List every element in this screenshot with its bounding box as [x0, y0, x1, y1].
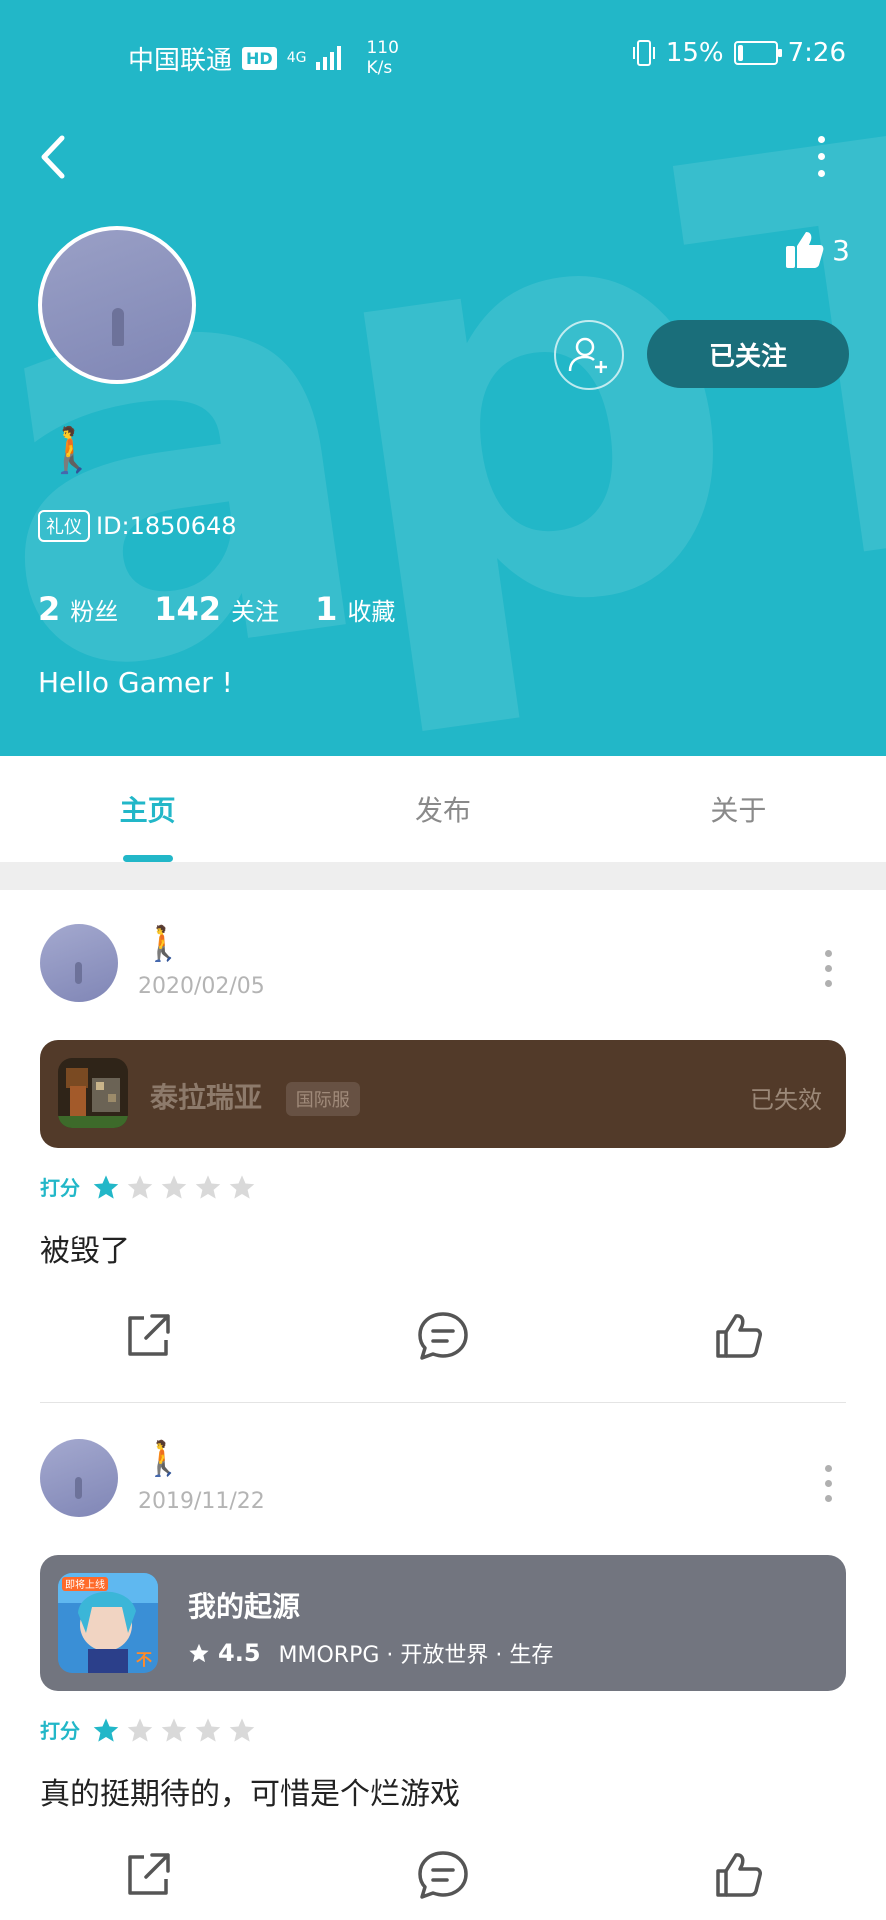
game-icon: 即将上线 不: [58, 1573, 158, 1673]
star-empty-icon: [161, 1717, 187, 1742]
post-author-avatar[interactable]: [40, 1439, 118, 1517]
user-bio: Hello Gamer !: [38, 666, 233, 699]
speed-unit: K/s: [366, 58, 393, 78]
favorites-label: 收藏: [347, 598, 396, 626]
hd-badge: HD: [242, 46, 277, 70]
game-title: 我的起源: [188, 1590, 301, 1623]
following-count: 142: [154, 590, 222, 628]
add-user-icon: [568, 337, 607, 373]
profile-tabs: 主页 发布 关于: [0, 756, 886, 862]
star-filled-icon: [93, 1174, 119, 1199]
status-right: 15% 7:26: [632, 38, 846, 68]
status-bar: 中国联通 HD 4G 110 K/s 15% 7:26: [0, 30, 886, 80]
network-type: 4G: [286, 50, 307, 66]
game-status: 已失效: [750, 1086, 822, 1114]
game-card[interactable]: 泰拉瑞亚 国际服 已失效: [40, 1040, 846, 1148]
battery-icon: [733, 41, 782, 65]
game-card[interactable]: 即将上线 不 我的起源 4.5 MMORPG · 开放世界 · 生存: [40, 1555, 846, 1691]
like-count-value: 3: [832, 233, 850, 267]
user-id: ID:1850648: [96, 512, 237, 540]
post-author-name[interactable]: 🚶: [142, 924, 184, 964]
battery-percent: 15%: [665, 38, 724, 68]
rating-row: 打分: [40, 1172, 256, 1201]
user-stats: 2 粉丝 142 关注 1 收藏: [38, 590, 395, 628]
star-empty-icon: [161, 1174, 187, 1199]
tab-posts[interactable]: 发布: [295, 756, 590, 862]
game-region-tag: 国际服: [285, 1082, 360, 1116]
fans-label: 粉丝: [70, 598, 119, 626]
clock: 7:26: [787, 38, 846, 68]
more-options-button[interactable]: [806, 136, 836, 180]
game-icon: [58, 1058, 128, 1128]
post-more-button[interactable]: [822, 950, 834, 987]
signal-icon: [316, 46, 342, 70]
like-counter[interactable]: 3: [784, 230, 850, 270]
fans-stat[interactable]: 2 粉丝: [38, 590, 118, 628]
following-stat[interactable]: 142 关注: [154, 590, 279, 628]
post-date: 2020/02/05: [138, 974, 265, 999]
post-actions: [0, 1849, 886, 1901]
add-friend-button[interactable]: [554, 320, 624, 390]
vibrate-icon: [632, 40, 655, 66]
review-text: 真的挺期待的，可惜是个烂游戏: [40, 1777, 460, 1812]
user-name-emoji: 🚶: [44, 425, 99, 476]
star-empty-icon: [127, 1717, 153, 1742]
favorites-stat[interactable]: 1 收藏: [315, 590, 395, 628]
carrier-text: 中国联通: [128, 45, 233, 76]
section-separator: [0, 862, 886, 890]
user-id-row: 礼仪 ID:1850648: [38, 510, 237, 542]
game-title-text: 泰拉瑞亚: [150, 1081, 263, 1114]
comment-icon: [418, 1312, 468, 1360]
share-icon: [127, 1314, 170, 1356]
chevron-left-icon: [41, 135, 65, 179]
fans-count: 2: [38, 590, 61, 628]
star-empty-icon: [195, 1174, 221, 1199]
tab-about[interactable]: 关于: [591, 756, 886, 862]
post-author-avatar[interactable]: [40, 924, 118, 1002]
following-label: 关注: [231, 598, 280, 626]
rating-label: 打分: [40, 1176, 80, 1200]
share-button[interactable]: [0, 1849, 295, 1901]
game-score: 4.5: [218, 1639, 261, 1667]
star-empty-icon: [229, 1717, 255, 1742]
post-divider: [40, 1402, 846, 1403]
game-icon-badge: 即将上线: [65, 1578, 105, 1591]
star-icon: [189, 1643, 209, 1663]
like-button[interactable]: [591, 1310, 886, 1362]
star-empty-icon: [127, 1174, 153, 1199]
share-icon: [127, 1853, 170, 1895]
network-speed: 110 K/s: [366, 38, 398, 78]
profile-header: apTap 中国联通 HD 4G 110 K/s 15% 7:26 3 已关注 …: [0, 0, 886, 756]
post-author-name[interactable]: 🚶: [142, 1439, 184, 1479]
game-title: 泰拉瑞亚 国际服: [150, 1076, 360, 1116]
post-date: 2019/11/22: [138, 1489, 265, 1514]
following-button[interactable]: 已关注: [647, 320, 849, 388]
thumbs-up-icon: [716, 1314, 763, 1358]
star-empty-icon: [195, 1717, 221, 1742]
post-more-button[interactable]: [822, 1465, 834, 1502]
rating-label: 打分: [40, 1719, 80, 1743]
title-badge[interactable]: 礼仪: [38, 510, 90, 542]
star-filled-icon: [93, 1717, 119, 1742]
status-left: 中国联通 HD 4G 110 K/s: [128, 38, 399, 78]
speed-value: 110: [366, 38, 399, 58]
comment-icon: [418, 1851, 468, 1899]
like-button[interactable]: [591, 1849, 886, 1901]
share-button[interactable]: [0, 1310, 295, 1362]
thumbs-up-icon: [716, 1853, 763, 1897]
star-empty-icon: [229, 1174, 255, 1199]
game-tags: MMORPG · 开放世界 · 生存: [278, 1643, 554, 1668]
thumbs-up-icon: [786, 232, 824, 268]
tab-home[interactable]: 主页: [0, 756, 295, 862]
post-actions: [0, 1310, 886, 1362]
comment-button[interactable]: [295, 1310, 590, 1362]
game-icon-mark: 不: [136, 1650, 152, 1669]
review-text: 被毁了: [40, 1234, 130, 1269]
user-avatar[interactable]: [38, 226, 196, 384]
back-button[interactable]: [34, 132, 74, 182]
game-meta: 4.5 MMORPG · 开放世界 · 生存: [188, 1637, 553, 1669]
comment-button[interactable]: [295, 1849, 590, 1901]
rating-row: 打分: [40, 1715, 256, 1744]
favorites-count: 1: [315, 590, 338, 628]
